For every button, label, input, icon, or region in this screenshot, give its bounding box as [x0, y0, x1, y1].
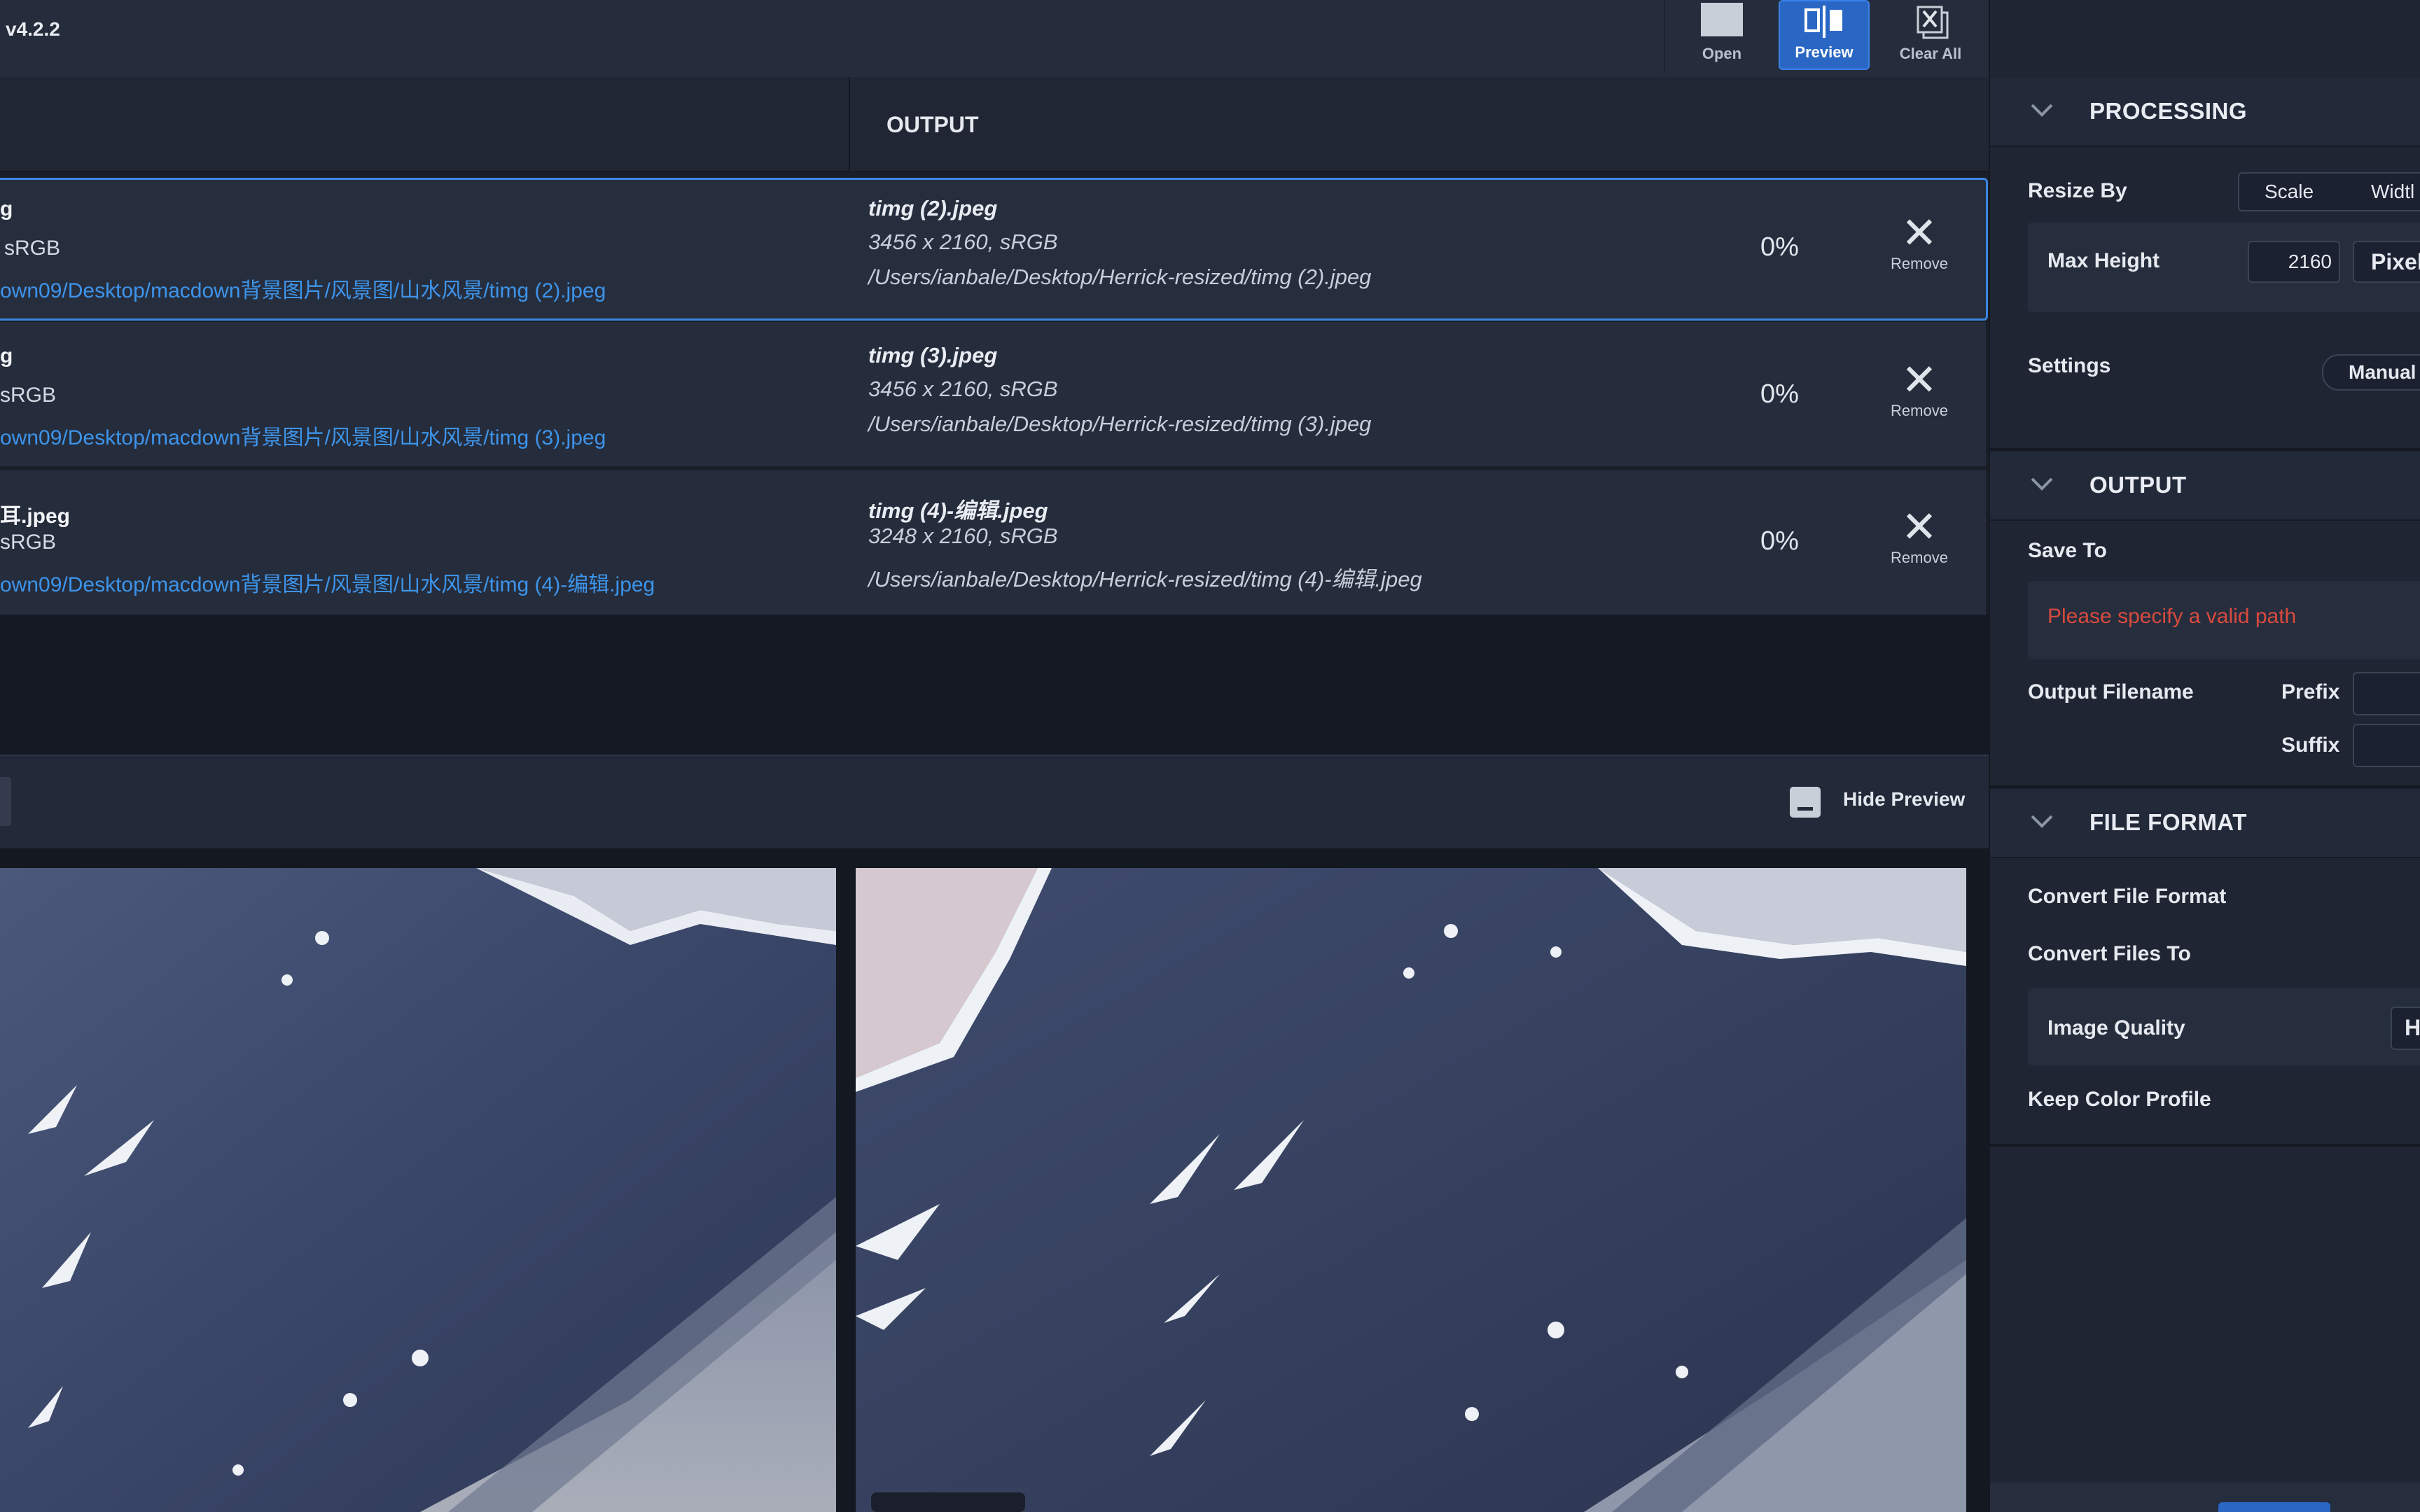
output-column-header: OUTPUT: [886, 112, 979, 137]
input-path-link[interactable]: own09/Desktop/macdown背景图片/风景图/山水风景/timg …: [0, 420, 606, 451]
minimize-icon[interactable]: [1790, 787, 1821, 818]
preview-toolbar: [0, 755, 1989, 850]
open-button-label: Open: [1702, 45, 1742, 62]
close-icon: ✕: [1901, 356, 1938, 405]
output-path: /Users/ianbale/Desktop/Herrick-resized/t…: [868, 412, 1372, 436]
progress-percent: 0%: [1760, 526, 1799, 556]
hide-preview-button[interactable]: Hide Preview: [1843, 788, 1965, 811]
compare-preview-icon: [1804, 6, 1842, 38]
settings-label: Settings: [2028, 354, 2111, 377]
preview-button[interactable]: Preview: [1779, 0, 1870, 70]
prefix-input[interactable]: [2353, 672, 2420, 715]
remove-label: Remove: [1891, 402, 1948, 419]
start-button[interactable]: [2218, 1502, 2330, 1512]
suffix-label: Suffix: [2281, 734, 2340, 757]
remove-button[interactable]: ✕ Remove: [1881, 503, 1958, 567]
app-version: v4.2.2: [6, 18, 60, 40]
save-to-error: Please specify a valid path: [2047, 605, 2297, 628]
remove-label: Remove: [1891, 549, 1948, 566]
toolbar-separator: [1664, 0, 1665, 73]
convert-file-format-label: Convert File Format: [2028, 885, 2227, 908]
max-height-input[interactable]: 2160: [2248, 241, 2340, 283]
input-path-link[interactable]: own09/Desktop/macdown背景图片/风景图/山水风景/timg …: [0, 273, 606, 304]
chevron-down-icon: [2031, 477, 2053, 491]
preview-button-label: Preview: [1795, 43, 1854, 61]
remove-button[interactable]: ✕ Remove: [1881, 356, 1958, 420]
save-to-path-field[interactable]: Please specify a valid path: [2028, 581, 2420, 659]
input-filename: 耳.jpeg: [0, 505, 71, 528]
input-path-link[interactable]: own09/Desktop/macdown背景图片/风景图/山水风景/timg …: [0, 567, 655, 598]
output-filename-label: Output Filename: [2028, 680, 2194, 704]
remove-label: Remove: [1891, 255, 1948, 272]
progress-percent: 0%: [1760, 379, 1799, 409]
clear-all-button[interactable]: Clear All: [1886, 0, 1975, 70]
file-list-header: [0, 77, 1989, 172]
file-format-title: FILE FORMAT: [2089, 809, 2247, 835]
image-quality-label: Image Quality: [2047, 1016, 2185, 1040]
unit-select[interactable]: Pixel: [2353, 241, 2420, 283]
resize-option-scale-hit[interactable]: [2239, 174, 2333, 210]
keep-color-profile-label: Keep Color Profile: [2028, 1088, 2211, 1111]
section-divider: [1990, 448, 2420, 451]
settings-mode-select[interactable]: Manual: [2322, 354, 2420, 391]
processing-section-header[interactable]: PROCESSING: [1990, 78, 2420, 147]
mountain-photo-original: [0, 868, 836, 1512]
progress-percent: 0%: [1760, 232, 1799, 262]
image-quality-select[interactable]: H: [2391, 1007, 2420, 1050]
resize-by-segmented-control: Scale Widtl: [2238, 172, 2420, 211]
resize-option-width[interactable]: Widtl: [2371, 181, 2414, 203]
column-divider[interactable]: [849, 77, 850, 171]
settings-mode-value: Manual: [2349, 361, 2416, 383]
section-divider: [1990, 1144, 2420, 1147]
prefix-label: Prefix: [2281, 680, 2340, 704]
file-list-empty-area: [0, 615, 1989, 755]
resize-by-label: Resize By: [2028, 179, 2127, 202]
output-path: /Users/ianbale/Desktop/Herrick-resized/t…: [868, 567, 1422, 592]
close-icon: ✕: [1901, 209, 1938, 258]
output-filename: timg (3).jpeg: [868, 343, 998, 368]
output-filename: timg (4)-编辑.jpeg: [868, 498, 1048, 523]
suffix-input[interactable]: [2353, 724, 2420, 767]
section-divider: [1990, 785, 2420, 788]
output-dimensions: 3248 x 2160, sRGB: [868, 524, 1058, 548]
clear-all-icon: [1917, 6, 1949, 39]
output-dimensions: 3456 x 2160, sRGB: [868, 230, 1058, 254]
input-filename: g: [0, 197, 13, 220]
processing-title: PROCESSING: [2089, 98, 2248, 124]
input-dimensions: sRGB: [0, 384, 57, 407]
convert-files-to-label: Convert Files To: [2028, 942, 2191, 965]
max-height-value: 2160: [2288, 251, 2332, 272]
output-title: OUTPUT: [2089, 472, 2187, 498]
open-file-icon: [1701, 3, 1743, 36]
chevron-down-icon: [2031, 104, 2053, 117]
output-section-header[interactable]: OUTPUT: [1990, 452, 2420, 521]
max-height-label: Max Height: [2047, 249, 2160, 272]
input-dimensions: sRGB: [0, 531, 57, 554]
original-preview-image: [0, 868, 836, 1512]
output-filename: timg (2).jpeg: [868, 196, 998, 220]
open-button[interactable]: Open: [1678, 0, 1766, 70]
preview-control-stub[interactable]: [0, 777, 11, 826]
image-quality-value: H: [2405, 1015, 2420, 1040]
output-path: /Users/ianbale/Desktop/Herrick-resized/t…: [868, 265, 1372, 289]
clear-all-button-label: Clear All: [1899, 45, 1962, 62]
input-dimensions: sRGB: [4, 237, 61, 260]
save-to-label: Save To: [2028, 539, 2107, 562]
input-filename: g: [0, 344, 13, 368]
file-format-section-header[interactable]: FILE FORMAT: [1990, 790, 2420, 858]
panel-footer: [1990, 1483, 2420, 1512]
chevron-down-icon: [2031, 815, 2053, 828]
mountain-photo-resized: [856, 868, 1966, 1512]
output-dimensions: 3456 x 2160, sRGB: [868, 377, 1058, 401]
unit-value: Pixel: [2371, 249, 2420, 274]
close-icon: ✕: [1901, 503, 1938, 552]
resized-preview-image: [856, 868, 1966, 1512]
remove-button[interactable]: ✕ Remove: [1881, 209, 1958, 273]
